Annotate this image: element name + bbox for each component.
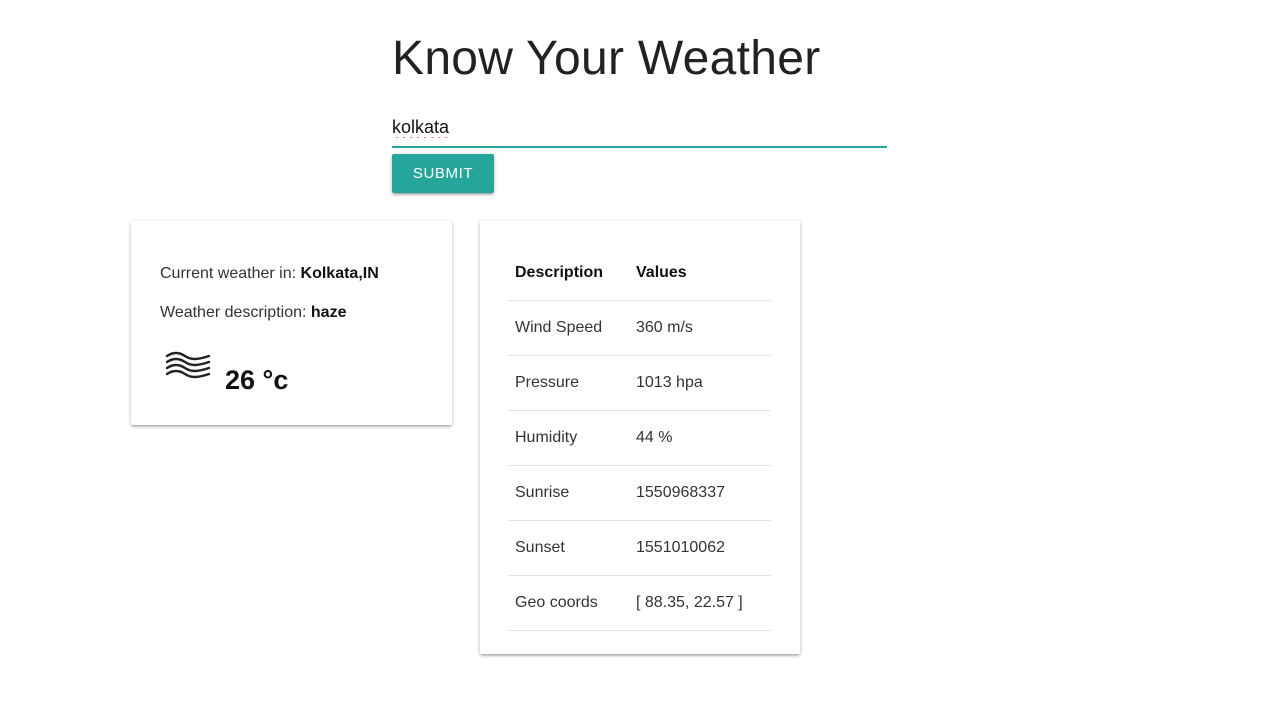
temperature-value: 26 °c: [225, 365, 289, 395]
submit-button[interactable]: SUBMIT: [392, 154, 494, 193]
table-row: Sunset 1551010062: [508, 520, 771, 576]
haze-icon: [165, 351, 211, 379]
weather-app-page: Know Your Weather SUBMIT Current weather…: [0, 0, 1280, 720]
column-header-description: Description: [508, 246, 629, 301]
row-value: 1013 hpa: [629, 355, 771, 411]
row-label: Wind Speed: [508, 300, 629, 356]
current-location-value: Kolkata,IN: [300, 265, 379, 282]
table-row: Geo coords [ 88.35, 22.57 ]: [508, 575, 771, 631]
row-value: 360 m/s: [629, 300, 771, 356]
row-label: Geo coords: [508, 575, 629, 631]
row-label: Humidity: [508, 410, 629, 466]
column-header-values: Values: [629, 246, 771, 301]
page-title: Know Your Weather: [392, 32, 821, 85]
table-row: Pressure 1013 hpa: [508, 355, 771, 411]
row-value: [ 88.35, 22.57 ]: [629, 575, 771, 631]
weather-details-card: Description Values Wind Speed 360 m/s Pr…: [480, 221, 800, 654]
search-field[interactable]: [392, 106, 887, 148]
row-label: Sunrise: [508, 465, 629, 521]
row-value: 44 %: [629, 410, 771, 466]
row-label: Sunset: [508, 520, 629, 576]
table-row: Wind Speed 360 m/s: [508, 300, 771, 356]
row-value: 1551010062: [629, 520, 771, 576]
weather-description-value: haze: [310, 304, 347, 321]
row-label: Pressure: [508, 355, 629, 411]
weather-description-label: Weather description:: [160, 304, 311, 321]
weather-details-table: Description Values Wind Speed 360 m/s Pr…: [508, 246, 771, 631]
current-location-line: Current weather in: Kolkata,IN: [160, 265, 379, 283]
weather-description-line: Weather description: haze: [160, 304, 346, 322]
table-row: Humidity 44 %: [508, 410, 771, 466]
current-location-label: Current weather in:: [160, 265, 301, 282]
row-value: 1550968337: [629, 465, 771, 521]
current-weather-card: Current weather in: Kolkata,IN Weather d…: [131, 221, 452, 425]
table-header-row: Description Values: [508, 246, 771, 301]
city-search-input[interactable]: [392, 112, 887, 142]
table-row: Sunrise 1550968337: [508, 465, 771, 521]
